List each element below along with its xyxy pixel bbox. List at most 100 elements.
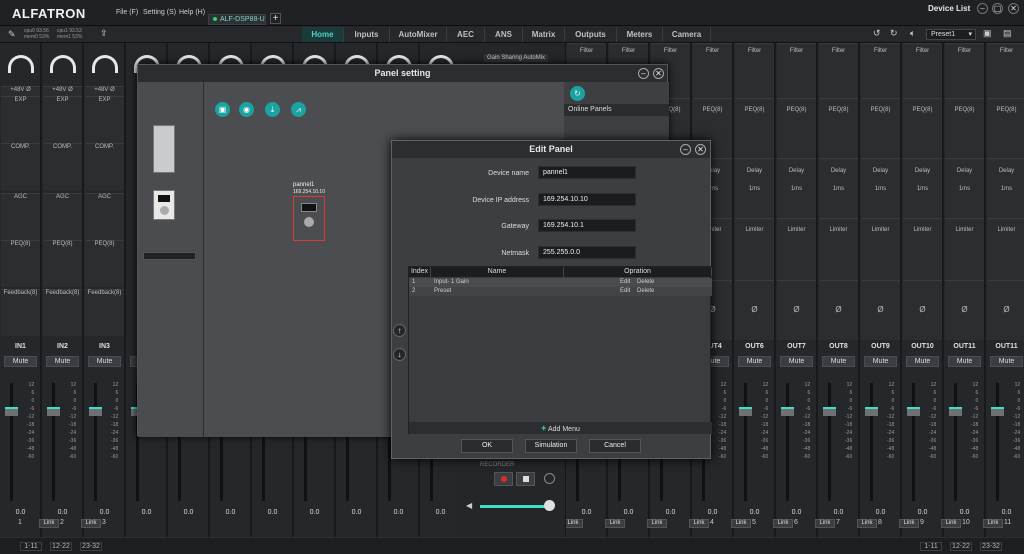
stop-button[interactable] — [516, 472, 535, 486]
filter-block-button[interactable]: Filter — [903, 43, 942, 98]
minimize-icon[interactable]: – — [680, 144, 691, 155]
limiter-block-button[interactable]: Limiter — [819, 218, 858, 280]
panel-widget[interactable] — [293, 196, 325, 241]
mute-button[interactable]: Mute — [780, 356, 813, 367]
phase-toggle[interactable]: Ø — [861, 280, 900, 340]
limiter-block-button[interactable]: Limiter — [945, 218, 984, 280]
link-button[interactable]: Link — [815, 519, 835, 528]
phantom-power-toggle[interactable]: +48V Ø — [85, 86, 124, 96]
row-delete-link[interactable]: Delete — [637, 287, 654, 296]
filter-block-button[interactable]: Filter — [777, 43, 816, 98]
fader-handle[interactable] — [865, 407, 878, 416]
mute-button[interactable]: Mute — [906, 356, 939, 367]
device-tab[interactable]: ALF-DSP88-U — [208, 14, 266, 25]
phase-toggle[interactable]: Ø — [987, 280, 1024, 340]
save-icon[interactable]: ▣ — [983, 28, 992, 39]
row-edit-link[interactable]: Edit — [620, 287, 630, 296]
phase-toggle[interactable]: Ø — [735, 280, 774, 340]
refresh-icon[interactable]: ↻ — [570, 86, 585, 101]
page-left-3[interactable]: 23-32 — [80, 542, 102, 551]
link-button[interactable]: Link — [899, 519, 919, 528]
fader-track[interactable] — [10, 383, 13, 501]
cancel-button[interactable]: Cancel — [589, 439, 641, 453]
fader-track[interactable] — [94, 383, 97, 501]
knob-panel-thumbnail[interactable] — [153, 190, 175, 220]
fader-track[interactable] — [828, 383, 831, 501]
dsp-block-button[interactable]: COMP. — [1, 143, 40, 190]
fader-handle[interactable] — [89, 407, 102, 416]
delay-block-button[interactable]: Delay 1ms — [903, 158, 942, 218]
minimize-icon[interactable]: – — [977, 3, 988, 14]
fader-track[interactable] — [996, 383, 999, 501]
simulation-button[interactable]: Simulation — [525, 439, 577, 453]
peq-block-button[interactable]: PEQ(8) — [861, 98, 900, 158]
tab-camera[interactable]: Camera — [663, 27, 711, 42]
close-icon[interactable]: ✕ — [653, 68, 664, 79]
tab-outputs[interactable]: Outputs — [565, 27, 617, 42]
page-right-1[interactable]: 1-11 — [920, 542, 942, 551]
preset-select[interactable]: Preset1 ▾ — [926, 29, 976, 40]
download-icon[interactable]: ⤓ — [265, 102, 280, 117]
limiter-block-button[interactable]: Limiter — [735, 218, 774, 280]
record-button[interactable] — [494, 472, 513, 486]
pause-icon[interactable] — [544, 473, 555, 484]
fader-handle[interactable] — [5, 407, 18, 416]
mute-button[interactable]: Mute — [822, 356, 855, 367]
link-button[interactable]: Link — [857, 519, 877, 528]
delay-block-button[interactable]: Delay 1ms — [735, 158, 774, 218]
page-left-1[interactable]: 1-11 — [20, 542, 42, 551]
link-button[interactable]: Link — [731, 519, 751, 528]
fader-track[interactable] — [954, 383, 957, 501]
dsp-block-button[interactable]: PEQ(8) — [85, 240, 124, 287]
row-edit-link[interactable]: Edit — [620, 278, 630, 287]
limiter-block-button[interactable]: Limiter — [903, 218, 942, 280]
tab-aec[interactable]: AEC — [447, 27, 485, 42]
move-down-icon[interactable]: ↓ — [393, 348, 406, 361]
dsp-block-button[interactable]: COMP. — [85, 143, 124, 190]
limiter-block-button[interactable]: Limiter — [987, 218, 1024, 280]
fader-handle[interactable] — [991, 407, 1004, 416]
phase-toggle[interactable]: Ø — [777, 280, 816, 340]
filter-block-button[interactable]: Filter — [819, 43, 858, 98]
save-icon[interactable]: ▣ — [215, 102, 230, 117]
close-icon[interactable]: ✕ — [1008, 3, 1019, 14]
device-ip-field[interactable]: 169.254.10.10 — [538, 193, 636, 206]
tab-inputs[interactable]: Inputs — [344, 27, 390, 42]
gain-knob-icon[interactable] — [8, 55, 34, 73]
fader-handle[interactable] — [47, 407, 60, 416]
netmask-field[interactable]: 255.255.0.0 — [538, 246, 636, 259]
limiter-block-button[interactable]: Limiter — [777, 218, 816, 280]
filter-block-button[interactable]: Filter — [693, 43, 732, 98]
peq-block-button[interactable]: PEQ(8) — [945, 98, 984, 158]
link-button[interactable]: Link — [81, 519, 101, 528]
dsp-block-button[interactable]: AGC — [85, 193, 124, 240]
delay-block-button[interactable]: Delay 1ms — [777, 158, 816, 218]
link-button[interactable]: Link — [563, 519, 583, 528]
close-icon[interactable]: ✕ — [695, 144, 706, 155]
chart-icon[interactable]: ⩘ — [291, 102, 306, 117]
phantom-power-toggle[interactable]: +48V Ø — [1, 86, 40, 96]
menu-help[interactable]: Help (H) — [179, 9, 205, 16]
move-up-icon[interactable]: ↑ — [393, 324, 406, 337]
peq-block-button[interactable]: PEQ(8) — [777, 98, 816, 158]
tab-automixer[interactable]: AutoMixer — [390, 27, 447, 42]
add-menu-button[interactable]: + Add Menu — [409, 422, 712, 434]
gain-knob-icon[interactable] — [92, 55, 118, 73]
dsp-block-button[interactable]: COMP. — [43, 143, 82, 190]
mute-button[interactable]: Mute — [864, 356, 897, 367]
delay-block-button[interactable]: Delay 1ms — [861, 158, 900, 218]
rack-unit-thumbnail[interactable] — [143, 252, 196, 260]
phase-toggle[interactable]: Ø — [819, 280, 858, 340]
fader-track[interactable] — [786, 383, 789, 501]
tab-meters[interactable]: Meters — [617, 27, 663, 42]
phantom-power-toggle[interactable]: +48V Ø — [43, 86, 82, 96]
link-button[interactable]: Link — [773, 519, 793, 528]
volume-slider-handle[interactable] — [544, 500, 555, 511]
phase-toggle[interactable]: Ø — [903, 280, 942, 340]
mute-button[interactable]: Mute — [738, 356, 771, 367]
link-button[interactable]: Link — [941, 519, 961, 528]
peq-block-button[interactable]: PEQ(8) — [987, 98, 1024, 158]
delay-block-button[interactable]: Delay 1ms — [819, 158, 858, 218]
device-name-field[interactable]: pannel1 — [538, 166, 636, 179]
filter-block-button[interactable]: Filter — [987, 43, 1024, 98]
